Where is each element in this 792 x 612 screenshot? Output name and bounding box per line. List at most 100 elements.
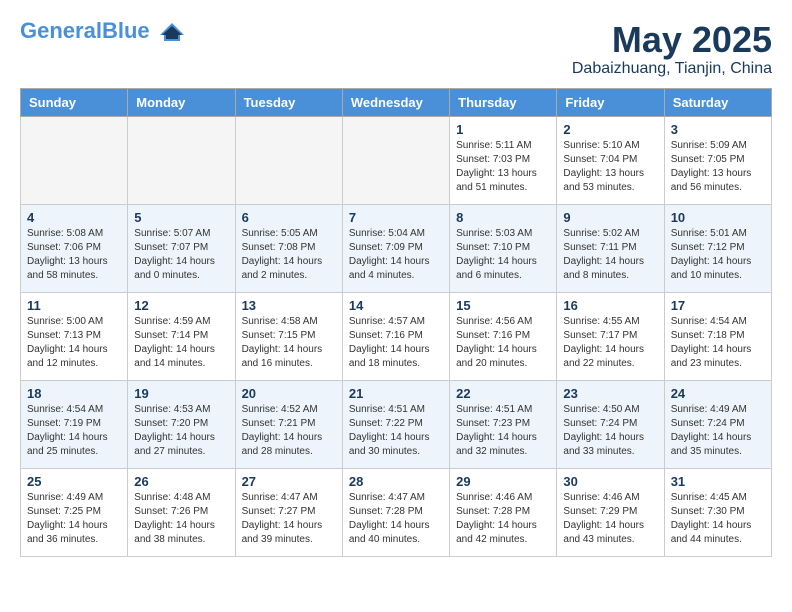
calendar-cell: 7 Sunrise: 5:04 AM Sunset: 7:09 PM Daylig… (342, 204, 449, 292)
calendar-cell (21, 116, 128, 204)
col-monday: Monday (128, 88, 235, 116)
cell-info: Sunrise: 5:07 AM Sunset: 7:07 PM Dayligh… (134, 227, 228, 283)
cell-info: Sunrise: 4:47 AM Sunset: 7:28 PM Dayligh… (349, 491, 443, 547)
cell-info: Sunrise: 5:03 AM Sunset: 7:10 PM Dayligh… (456, 227, 550, 283)
col-tuesday: Tuesday (235, 88, 342, 116)
calendar-cell: 31 Sunrise: 4:45 AM Sunset: 7:30 PM Dayli… (664, 468, 771, 556)
logo-text: GeneralBlue (20, 20, 186, 43)
cell-info: Sunrise: 5:02 AM Sunset: 7:11 PM Dayligh… (563, 227, 657, 283)
calendar-cell: 30 Sunrise: 4:46 AM Sunset: 7:29 PM Dayli… (557, 468, 664, 556)
cell-info: Sunrise: 4:49 AM Sunset: 7:25 PM Dayligh… (27, 491, 121, 547)
calendar-cell: 14Sunrise: 4:57 AM Sunset: 7:16 PM Dayli… (342, 292, 449, 380)
calendar-week-1: 1 Sunrise: 5:11 AM Sunset: 7:03 PM Daylig… (21, 116, 772, 204)
logo-blue: Blue (102, 18, 150, 43)
calendar-cell: 2 Sunrise: 5:10 AM Sunset: 7:04 PM Daylig… (557, 116, 664, 204)
location-title: Dabaizhuang, Tianjin, China (572, 60, 772, 78)
logo: GeneralBlue (20, 20, 186, 43)
day-number: 7 (349, 210, 443, 225)
cell-info: Sunrise: 4:46 AM Sunset: 7:29 PM Dayligh… (563, 491, 657, 547)
calendar-cell: 4Sunrise: 5:08 AM Sunset: 7:06 PM Daylig… (21, 204, 128, 292)
calendar-cell: 9Sunrise: 5:02 AM Sunset: 7:11 PM Daylig… (557, 204, 664, 292)
cell-info: Sunrise: 4:48 AM Sunset: 7:26 PM Dayligh… (134, 491, 228, 547)
cell-info: Sunrise: 4:46 AM Sunset: 7:28 PM Dayligh… (456, 491, 550, 547)
calendar-cell: 22 Sunrise: 4:51 AM Sunset: 7:23 PM Dayli… (450, 380, 557, 468)
day-number: 12 (134, 298, 228, 313)
day-number: 1 (456, 122, 550, 137)
cell-info: Sunrise: 4:51 AM Sunset: 7:22 PM Dayligh… (349, 403, 443, 459)
day-number: 28 (349, 474, 443, 489)
calendar-cell: 23 Sunrise: 4:50 AM Sunset: 7:24 PM Dayli… (557, 380, 664, 468)
col-saturday: Saturday (664, 88, 771, 116)
col-wednesday: Wednesday (342, 88, 449, 116)
cell-info: Sunrise: 4:55 AM Sunset: 7:17 PM Dayligh… (563, 315, 657, 371)
col-friday: Friday (557, 88, 664, 116)
cell-info: Sunrise: 4:54 AM Sunset: 7:18 PM Dayligh… (671, 315, 765, 371)
calendar-cell: 10 Sunrise: 5:01 AM Sunset: 7:12 PM Dayli… (664, 204, 771, 292)
cell-info: Sunrise: 5:11 AM Sunset: 7:03 PM Dayligh… (456, 139, 550, 195)
day-number: 23 (563, 386, 657, 401)
logo-general: General (20, 18, 102, 43)
day-number: 6 (242, 210, 336, 225)
calendar-cell: 28 Sunrise: 4:47 AM Sunset: 7:28 PM Dayli… (342, 468, 449, 556)
month-title: May 2025 (572, 20, 772, 60)
day-number: 20 (242, 386, 336, 401)
calendar-cell: 3 Sunrise: 5:09 AM Sunset: 7:05 PM Daylig… (664, 116, 771, 204)
day-number: 27 (242, 474, 336, 489)
page-header: GeneralBlue May 2025 Dabaizhuang, Tianji… (20, 20, 772, 78)
day-number: 25 (27, 474, 121, 489)
day-number: 22 (456, 386, 550, 401)
col-thursday: Thursday (450, 88, 557, 116)
day-number: 10 (671, 210, 765, 225)
calendar-cell: 5Sunrise: 5:07 AM Sunset: 7:07 PM Daylig… (128, 204, 235, 292)
cell-info: Sunrise: 4:45 AM Sunset: 7:30 PM Dayligh… (671, 491, 765, 547)
calendar-cell: 15Sunrise: 4:56 AM Sunset: 7:16 PM Dayli… (450, 292, 557, 380)
day-number: 16 (563, 298, 657, 313)
calendar-cell: 18Sunrise: 4:54 AM Sunset: 7:19 PM Dayli… (21, 380, 128, 468)
calendar-week-5: 25 Sunrise: 4:49 AM Sunset: 7:25 PM Dayli… (21, 468, 772, 556)
day-number: 13 (242, 298, 336, 313)
day-number: 3 (671, 122, 765, 137)
calendar-week-2: 4Sunrise: 5:08 AM Sunset: 7:06 PM Daylig… (21, 204, 772, 292)
calendar-cell: 8 Sunrise: 5:03 AM Sunset: 7:10 PM Daylig… (450, 204, 557, 292)
calendar-table: Sunday Monday Tuesday Wednesday Thursday… (20, 88, 772, 557)
calendar-cell: 29 Sunrise: 4:46 AM Sunset: 7:28 PM Dayli… (450, 468, 557, 556)
calendar-cell (235, 116, 342, 204)
cell-info: Sunrise: 5:08 AM Sunset: 7:06 PM Dayligh… (27, 227, 121, 283)
calendar-cell: 1 Sunrise: 5:11 AM Sunset: 7:03 PM Daylig… (450, 116, 557, 204)
day-number: 24 (671, 386, 765, 401)
calendar-cell: 16 Sunrise: 4:55 AM Sunset: 7:17 PM Dayli… (557, 292, 664, 380)
calendar-cell: 20Sunrise: 4:52 AM Sunset: 7:21 PM Dayli… (235, 380, 342, 468)
calendar-cell: 11Sunrise: 5:00 AM Sunset: 7:13 PM Dayli… (21, 292, 128, 380)
col-sunday: Sunday (21, 88, 128, 116)
calendar-week-3: 11Sunrise: 5:00 AM Sunset: 7:13 PM Dayli… (21, 292, 772, 380)
day-number: 18 (27, 386, 121, 401)
cell-info: Sunrise: 4:47 AM Sunset: 7:27 PM Dayligh… (242, 491, 336, 547)
cell-info: Sunrise: 5:09 AM Sunset: 7:05 PM Dayligh… (671, 139, 765, 195)
cell-info: Sunrise: 5:05 AM Sunset: 7:08 PM Dayligh… (242, 227, 336, 283)
day-number: 14 (349, 298, 443, 313)
day-number: 30 (563, 474, 657, 489)
calendar-cell: 6 Sunrise: 5:05 AM Sunset: 7:08 PM Daylig… (235, 204, 342, 292)
day-number: 31 (671, 474, 765, 489)
calendar-cell: 24 Sunrise: 4:49 AM Sunset: 7:24 PM Dayli… (664, 380, 771, 468)
calendar-cell: 27 Sunrise: 4:47 AM Sunset: 7:27 PM Dayli… (235, 468, 342, 556)
day-number: 19 (134, 386, 228, 401)
cell-info: Sunrise: 4:50 AM Sunset: 7:24 PM Dayligh… (563, 403, 657, 459)
header-row: Sunday Monday Tuesday Wednesday Thursday… (21, 88, 772, 116)
cell-info: Sunrise: 4:59 AM Sunset: 7:14 PM Dayligh… (134, 315, 228, 371)
day-number: 29 (456, 474, 550, 489)
cell-info: Sunrise: 5:10 AM Sunset: 7:04 PM Dayligh… (563, 139, 657, 195)
cell-info: Sunrise: 4:56 AM Sunset: 7:16 PM Dayligh… (456, 315, 550, 371)
calendar-cell: 13Sunrise: 4:58 AM Sunset: 7:15 PM Dayli… (235, 292, 342, 380)
cell-info: Sunrise: 5:04 AM Sunset: 7:09 PM Dayligh… (349, 227, 443, 283)
day-number: 8 (456, 210, 550, 225)
day-number: 2 (563, 122, 657, 137)
cell-info: Sunrise: 4:51 AM Sunset: 7:23 PM Dayligh… (456, 403, 550, 459)
calendar-cell: 19Sunrise: 4:53 AM Sunset: 7:20 PM Dayli… (128, 380, 235, 468)
title-block: May 2025 Dabaizhuang, Tianjin, China (572, 20, 772, 78)
calendar-cell: 12 Sunrise: 4:59 AM Sunset: 7:14 PM Dayli… (128, 292, 235, 380)
calendar-cell (128, 116, 235, 204)
calendar-cell: 17Sunrise: 4:54 AM Sunset: 7:18 PM Dayli… (664, 292, 771, 380)
cell-info: Sunrise: 5:01 AM Sunset: 7:12 PM Dayligh… (671, 227, 765, 283)
cell-info: Sunrise: 4:49 AM Sunset: 7:24 PM Dayligh… (671, 403, 765, 459)
